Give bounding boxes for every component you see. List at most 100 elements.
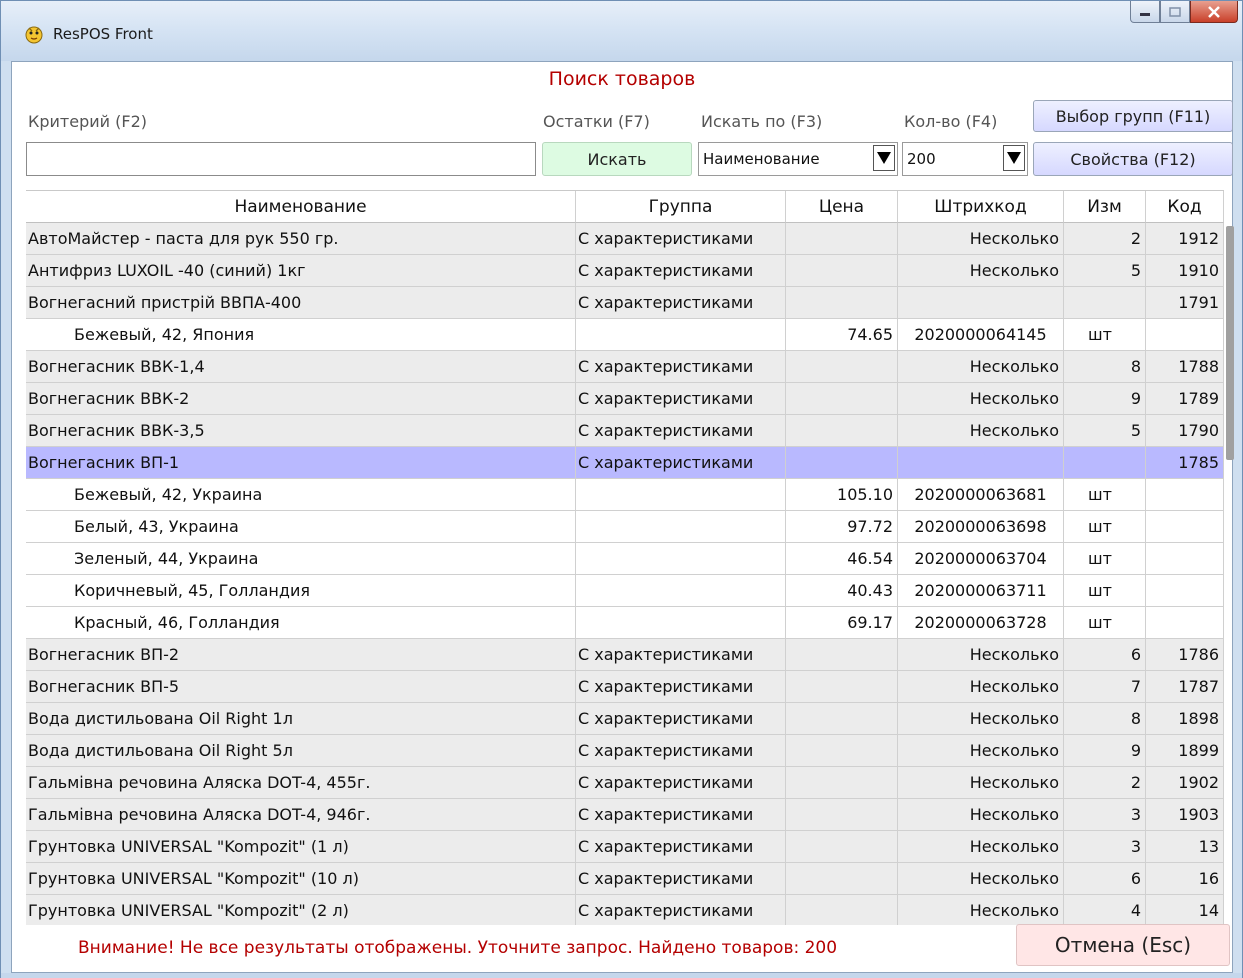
- table-row[interactable]: Вогнегасник ВП-1 С характеристиками 1785: [26, 447, 1224, 479]
- table-row[interactable]: Вогнегасник ВВК-3,5 С характеристиками Нес…: [26, 415, 1224, 447]
- cell-unit: 9: [1064, 735, 1146, 767]
- column-header-barcode[interactable]: Штрихкод: [898, 191, 1064, 223]
- cell-barcode: Несколько: [898, 767, 1064, 799]
- cell-barcode: Несколько: [898, 415, 1064, 447]
- dropdown-arrow-icon[interactable]: [1003, 145, 1025, 171]
- cell-group: С характеристиками: [576, 255, 786, 287]
- cell-barcode: Несколько: [898, 863, 1064, 895]
- cell-code: [1146, 607, 1224, 639]
- table-row[interactable]: Антифриз LUXOIL -40 (синий) 1кг С характе…: [26, 255, 1224, 287]
- cell-code: 1787: [1146, 671, 1224, 703]
- criteria-input[interactable]: [26, 142, 536, 176]
- search-by-select[interactable]: Наименование: [698, 142, 898, 176]
- table-row[interactable]: АвтоМайстер - паста для рук 550 гр. С хар…: [26, 223, 1224, 255]
- cell-name: Гальмівна речовина Аляска DOT-4, 946г.: [26, 799, 576, 831]
- select-groups-button[interactable]: Выбор групп (F11): [1033, 100, 1233, 132]
- cell-name: Грунтовка UNIVERSAL "Kompozit" (2 л): [26, 895, 576, 925]
- scrollbar-thumb[interactable]: [1226, 226, 1234, 460]
- cell-price: [786, 863, 898, 895]
- cell-code: [1146, 479, 1224, 511]
- cancel-button[interactable]: Отмена (Esc): [1016, 924, 1230, 966]
- quantity-value: 200: [907, 150, 936, 168]
- table-row[interactable]: Белый, 43, Украина 97.72 2020000063698 шт: [26, 511, 1224, 543]
- cell-unit: шт: [1064, 607, 1146, 639]
- cell-price: [786, 383, 898, 415]
- minimize-button[interactable]: [1130, 1, 1160, 23]
- search-by-label: Искать по (F3): [701, 112, 823, 131]
- search-by-value: Наименование: [703, 150, 820, 168]
- close-button[interactable]: [1190, 1, 1238, 23]
- maximize-button[interactable]: [1160, 1, 1190, 23]
- column-header-code[interactable]: Код: [1146, 191, 1224, 223]
- cell-barcode: Несколько: [898, 799, 1064, 831]
- table-row[interactable]: Вогнегасник ВВК-2 С характеристиками Неско…: [26, 383, 1224, 415]
- table-row[interactable]: Вогнегасний пристрій ВВПА-400 С характери…: [26, 287, 1224, 319]
- cell-unit: 5: [1064, 255, 1146, 287]
- table-row[interactable]: Грунтовка UNIVERSAL "Kompozit" (1 л) С ха…: [26, 831, 1224, 863]
- cell-group: С характеристиками: [576, 223, 786, 255]
- cell-code: 1903: [1146, 799, 1224, 831]
- table-row[interactable]: Зеленый, 44, Украина 46.54 2020000063704 шт: [26, 543, 1224, 575]
- properties-button[interactable]: Свойства (F12): [1033, 142, 1233, 176]
- column-header-group[interactable]: Группа: [576, 191, 786, 223]
- cell-name: Вогнегасний пристрій ВВПА-400: [26, 287, 576, 319]
- cell-price: [786, 735, 898, 767]
- cell-name: Вогнегасник ВП-2: [26, 639, 576, 671]
- cell-code: 1902: [1146, 767, 1224, 799]
- cell-unit: 3: [1064, 831, 1146, 863]
- cell-name: Антифриз LUXOIL -40 (синий) 1кг: [26, 255, 576, 287]
- column-header-name[interactable]: Наименование: [26, 191, 576, 223]
- quantity-select[interactable]: 200: [902, 142, 1028, 176]
- cell-group: С характеристиками: [576, 639, 786, 671]
- cell-price: [786, 639, 898, 671]
- table-row[interactable]: Бежевый, 42, Украина 105.10 2020000063681 ш…: [26, 479, 1224, 511]
- table-row[interactable]: Вода дистильована Oil Right 1л С характер…: [26, 703, 1224, 735]
- cell-unit: [1064, 447, 1146, 479]
- table-row[interactable]: Гальмівна речовина Аляска DOT-4, 946г. С …: [26, 799, 1224, 831]
- column-header-price[interactable]: Цена: [786, 191, 898, 223]
- table-body: АвтоМайстер - паста для рук 550 гр. С хар…: [26, 223, 1224, 925]
- cell-name: Грунтовка UNIVERSAL "Kompozit" (1 л): [26, 831, 576, 863]
- column-header-unit[interactable]: Изм: [1064, 191, 1146, 223]
- close-icon: [1208, 5, 1220, 18]
- cell-price: [786, 255, 898, 287]
- table-row[interactable]: Бежевый, 42, Япония 74.65 2020000064145 шт: [26, 319, 1224, 351]
- cell-name: Зеленый, 44, Украина: [26, 543, 576, 575]
- cell-barcode: [898, 447, 1064, 479]
- table-row[interactable]: Вогнегасник ВВК-1,4 С характеристиками Нес…: [26, 351, 1224, 383]
- table-row[interactable]: Гальмівна речовина Аляска DOT-4, 455г. С …: [26, 767, 1224, 799]
- cell-code: 1791: [1146, 287, 1224, 319]
- cell-group: С характеристиками: [576, 863, 786, 895]
- table-row[interactable]: Красный, 46, Голландия 69.17 2020000063728…: [26, 607, 1224, 639]
- search-button[interactable]: Искать: [542, 142, 692, 176]
- cell-group: С характеристиками: [576, 383, 786, 415]
- table-row[interactable]: Вогнегасник ВП-5 С характеристиками Нескол…: [26, 671, 1224, 703]
- cell-code: 1912: [1146, 223, 1224, 255]
- cell-name: Красный, 46, Голландия: [26, 607, 576, 639]
- table-scrollbar[interactable]: [1226, 222, 1234, 922]
- cell-name: Белый, 43, Украина: [26, 511, 576, 543]
- cell-barcode: Несколько: [898, 223, 1064, 255]
- triangle-down-icon: [877, 152, 891, 164]
- dialog-heading: Поиск товаров: [548, 68, 696, 90]
- table-row[interactable]: Коричневый, 45, Голландия 40.43 2020000063…: [26, 575, 1224, 607]
- cell-unit: 5: [1064, 415, 1146, 447]
- table-row[interactable]: Вода дистильована Oil Right 5л С характер…: [26, 735, 1224, 767]
- cell-unit: 2: [1064, 767, 1146, 799]
- cell-barcode: 2020000064145: [898, 319, 1064, 351]
- cell-unit: 8: [1064, 351, 1146, 383]
- cell-group: [576, 479, 786, 511]
- table-row[interactable]: Вогнегасник ВП-2 С характеристиками Нескол…: [26, 639, 1224, 671]
- window-title: ResPOS Front: [53, 25, 153, 43]
- cell-name: Вода дистильована Oil Right 1л: [26, 703, 576, 735]
- dropdown-arrow-icon[interactable]: [873, 145, 895, 171]
- table-row[interactable]: Грунтовка UNIVERSAL "Kompozit" (2 л) С ха…: [26, 895, 1224, 925]
- cell-code: 1899: [1146, 735, 1224, 767]
- stock-label: Остатки (F7): [543, 112, 650, 131]
- title-bar[interactable]: ResPOS Front: [1, 1, 1242, 61]
- cell-group: С характеристиками: [576, 287, 786, 319]
- cell-barcode: 2020000063704: [898, 543, 1064, 575]
- cell-name: Гальмівна речовина Аляска DOT-4, 455г.: [26, 767, 576, 799]
- cell-name: Вогнегасник ВВК-3,5: [26, 415, 576, 447]
- table-row[interactable]: Грунтовка UNIVERSAL "Kompozit" (10 л) С х…: [26, 863, 1224, 895]
